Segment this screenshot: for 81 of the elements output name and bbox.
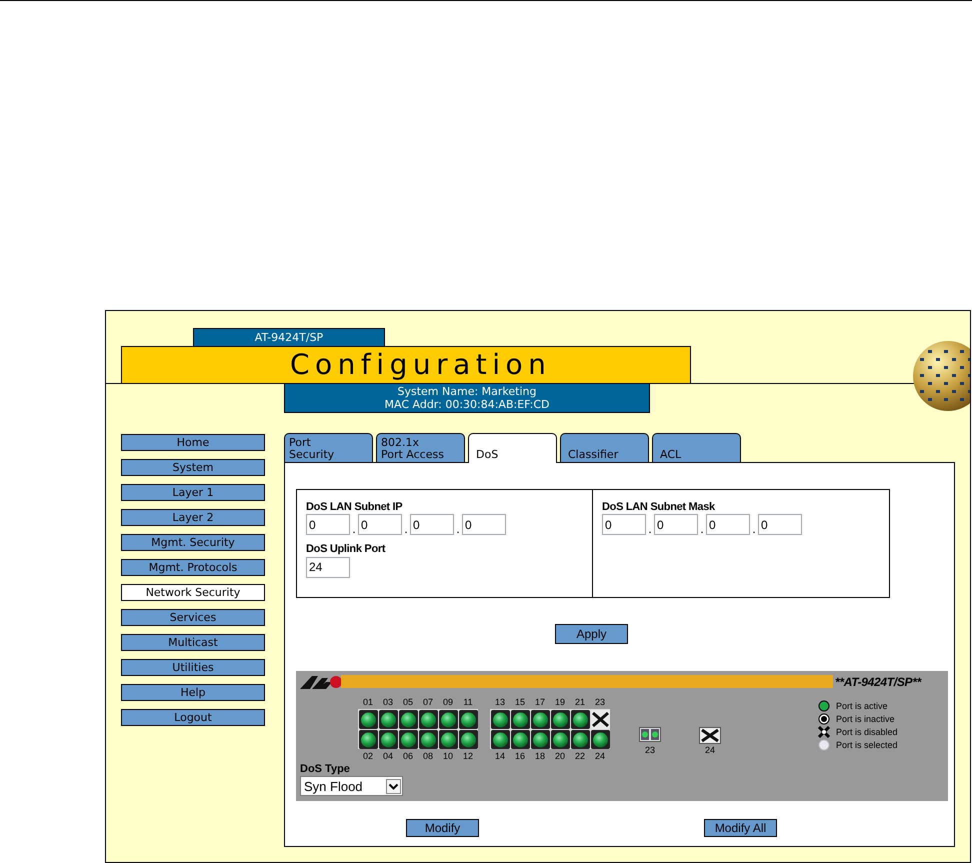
system-name: System Name: Marketing: [398, 385, 536, 398]
port-number: 12: [462, 751, 473, 761]
tab[interactable]: DoS: [468, 433, 557, 463]
legend-label: Port is inactive: [836, 714, 895, 724]
device-model: **AT-9424T/SP**: [835, 674, 921, 688]
legend-label: Port is selected: [836, 740, 898, 750]
modify-all-button[interactable]: Modify All: [704, 819, 777, 837]
sidebar-item[interactable]: Mgmt. Protocols: [121, 559, 265, 576]
port-number: 18: [534, 751, 545, 761]
sidebar-item[interactable]: Home: [121, 434, 265, 451]
port-number: 01: [362, 697, 373, 707]
uplink-port-field[interactable]: 24: [306, 556, 350, 578]
octet-field[interactable]: 0: [410, 514, 454, 535]
separator: .: [751, 523, 757, 535]
tab[interactable]: 802.1x Port Access: [376, 433, 465, 462]
dos-type-select[interactable]: Syn Flood: [300, 776, 403, 796]
port-number: 16: [514, 751, 525, 761]
legend-icon: [818, 726, 830, 738]
port-number: 10: [442, 751, 453, 761]
legend-label: Port is disabled: [836, 727, 898, 737]
sidebar-item[interactable]: Services: [121, 609, 265, 626]
octet-field[interactable]: 0: [462, 514, 506, 535]
sidebar-item[interactable]: Help: [121, 684, 265, 701]
sidebar-item[interactable]: Mgmt. Security: [121, 534, 265, 551]
port-number: 09: [442, 697, 453, 707]
port-number: 17: [534, 697, 545, 707]
port-number: 04: [382, 751, 393, 761]
port-number: 13: [494, 697, 505, 707]
port-number: 02: [362, 751, 373, 761]
logo-icon: [298, 674, 343, 690]
port-number: 24: [594, 751, 605, 761]
mac-address: MAC Addr: 00:30:84:AB:EF:CD: [384, 398, 550, 411]
modify-button[interactable]: Modify: [406, 819, 479, 837]
legend-icon: [818, 713, 830, 725]
page-title: Configuration: [290, 347, 552, 383]
sidebar-item[interactable]: Utilities: [121, 659, 265, 676]
apply-button[interactable]: Apply: [555, 624, 628, 644]
sidebar-item[interactable]: System: [121, 459, 265, 476]
field-label: DoS LAN Subnet Mask: [602, 501, 716, 514]
sidebar-item[interactable]: Network Security: [121, 584, 265, 601]
globe-icon: [912, 340, 970, 412]
port-number: 08: [422, 751, 433, 761]
sidebar-item[interactable]: Logout: [121, 709, 265, 726]
port-number: 19: [554, 697, 565, 707]
port-number: 11: [463, 697, 473, 707]
sidebar-item[interactable]: Multicast: [121, 634, 265, 651]
port-number: 20: [554, 751, 565, 761]
port-number: 23: [644, 745, 655, 755]
separator: .: [647, 523, 653, 535]
sidebar-item[interactable]: Layer 2: [121, 509, 265, 526]
legend-icon: [818, 739, 830, 751]
sidebar-item[interactable]: Layer 1: [121, 484, 265, 501]
caret-icon: [386, 778, 401, 794]
octet-field[interactable]: 0: [602, 514, 646, 535]
field-label: DoS LAN Subnet IP: [306, 501, 404, 514]
tab[interactable]: ACL: [652, 433, 741, 462]
port-number: 21: [574, 697, 585, 707]
separator: .: [455, 523, 461, 535]
field-label: DoS Uplink Port: [306, 543, 386, 556]
field-label: DoS Type: [300, 763, 351, 776]
legend-icon: [818, 700, 830, 712]
octet-field[interactable]: 0: [706, 514, 750, 535]
port-number: 15: [514, 697, 525, 707]
port-number: 22: [574, 751, 585, 761]
tab[interactable]: Port Security: [284, 433, 373, 462]
separator: .: [351, 523, 357, 535]
separator: .: [699, 523, 705, 535]
legend-label: Port is active: [836, 701, 888, 711]
tab[interactable]: Classifier: [560, 433, 649, 462]
octet-field[interactable]: 0: [654, 514, 698, 535]
port-number: 05: [402, 697, 413, 707]
port-number: 06: [402, 751, 413, 761]
port-number: 14: [494, 751, 505, 761]
octet-field[interactable]: 0: [306, 514, 350, 535]
octet-field[interactable]: 0: [358, 514, 402, 535]
port-number: 03: [382, 697, 393, 707]
octet-field[interactable]: 0: [758, 514, 802, 535]
port-number: 07: [422, 697, 433, 707]
port-number: 23: [594, 697, 605, 707]
port-number: 24: [704, 745, 715, 755]
separator: .: [403, 523, 409, 535]
